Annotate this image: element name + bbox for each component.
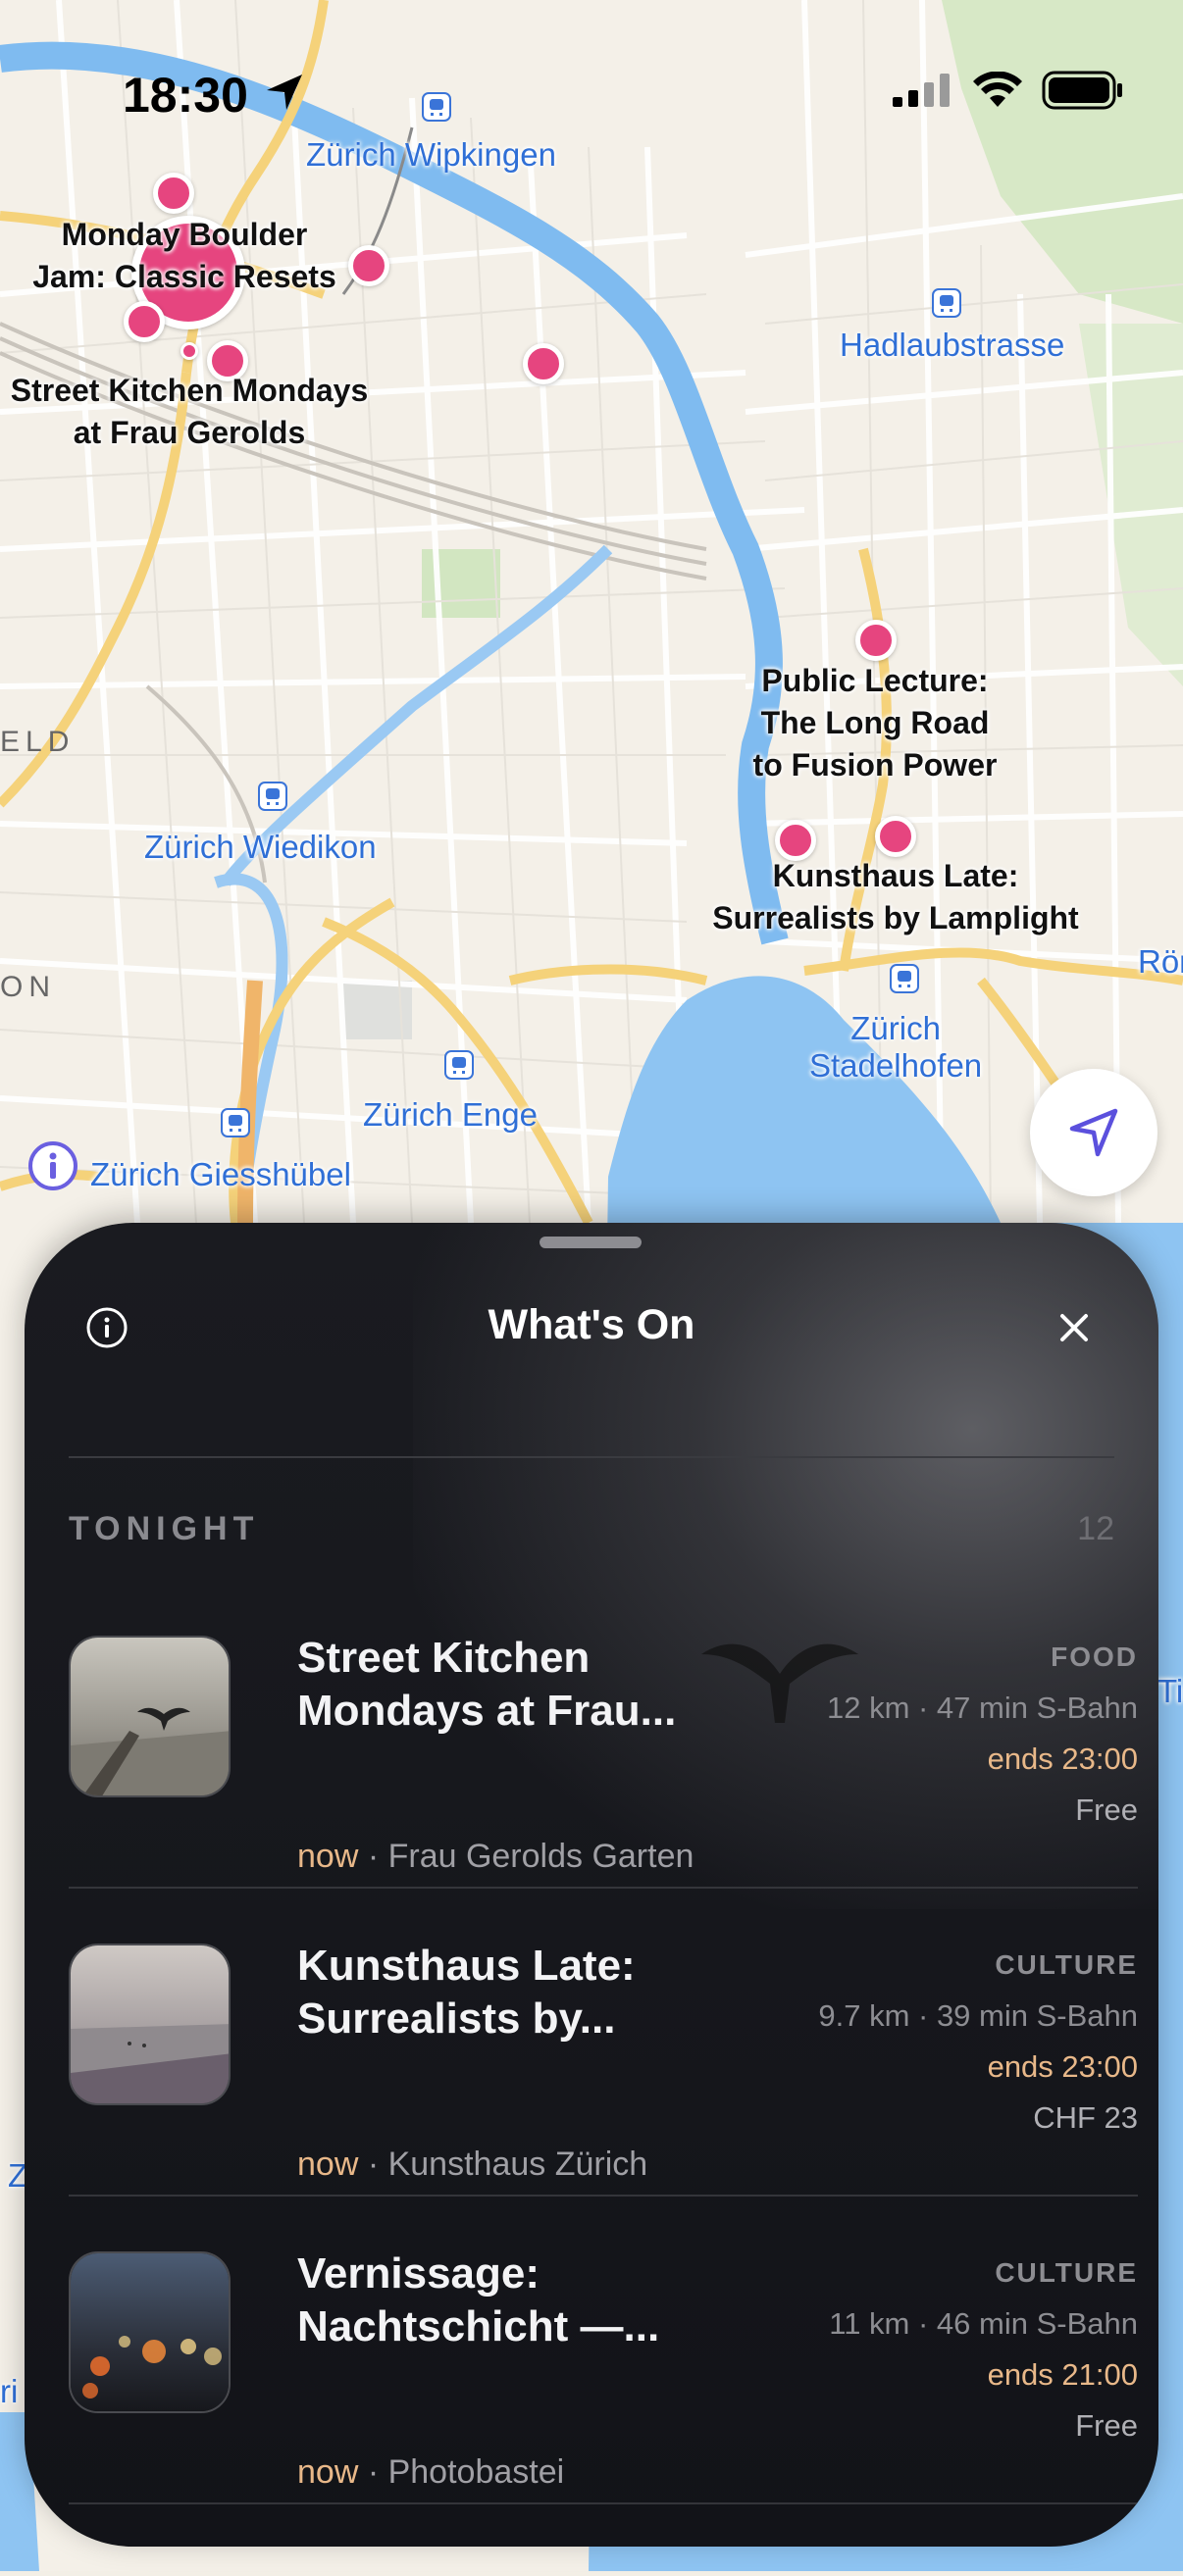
- event-marker[interactable]: [875, 816, 916, 857]
- rail-station-icon: [221, 1108, 250, 1137]
- event-marker[interactable]: [124, 301, 165, 342]
- whats-on-sheet[interactable]: What's On TONIGHT 12 Street Kitchen Mond…: [25, 1223, 1158, 2547]
- event-title: Vernissage: Nachtschicht —...: [297, 2249, 660, 2350]
- location-arrow-icon: [263, 71, 306, 119]
- station-label-stadelhofen[interactable]: Zürich Stadelhofen: [809, 1010, 982, 1085]
- event-label-street-kitchen[interactable]: Street Kitchen Mondays at Frau Gerolds: [8, 370, 371, 454]
- rail-station-icon: [444, 1050, 474, 1080]
- event-category: FOOD: [1051, 1642, 1138, 1672]
- event-label-kunsthaus-late[interactable]: Kunsthaus Late: Surrealists by Lamplight: [704, 855, 1087, 939]
- rail-station-icon: [890, 964, 919, 993]
- event-marker[interactable]: [855, 620, 897, 661]
- event-title: Kunsthaus Late: Surrealists by...: [297, 1942, 636, 2043]
- station-label-hadlaubstrasse[interactable]: Hadlaubstrasse: [840, 327, 1064, 364]
- battery-icon: [1042, 71, 1122, 110]
- event-row[interactable]: Street Kitchen Mondays at Frau... now · …: [69, 1605, 1138, 1912]
- close-button[interactable]: [1056, 1310, 1092, 1345]
- map-edge-label: Ti: [1157, 1673, 1183, 1709]
- event-meta: now · Photobastei: [297, 2453, 564, 2492]
- event-distance: 11 km · 46 min S-Bahn: [829, 2306, 1138, 2341]
- event-status: now: [297, 2146, 359, 2183]
- event-label-fusion-lecture[interactable]: Public Lecture: The Long Road to Fusion …: [738, 660, 1012, 786]
- event-marker[interactable]: [348, 245, 389, 286]
- event-venue: · Frau Gerolds Garten: [367, 1838, 694, 1875]
- event-marker[interactable]: [153, 173, 194, 214]
- event-price: Free: [1075, 1793, 1138, 1827]
- station-label-wipkingen[interactable]: Zürich Wipkingen: [306, 136, 556, 174]
- event-price: CHF 23: [1033, 2100, 1138, 2135]
- wifi-icon: [973, 72, 1022, 107]
- divider: [69, 2195, 1138, 2197]
- sheet-grabber[interactable]: [540, 1237, 642, 1248]
- map-edge-label: Rön: [1138, 943, 1183, 980]
- station-label-enge[interactable]: Zürich Enge: [363, 1096, 538, 1134]
- map-edge-label: ri: [0, 2373, 19, 2409]
- event-distance: 12 km · 47 min S-Bahn: [826, 1691, 1138, 1725]
- event-venue: · Kunsthaus Zürich: [367, 2146, 648, 2183]
- event-status: now: [297, 1838, 359, 1875]
- event-thumbnail: [69, 1944, 231, 2105]
- station-label-wiedikon[interactable]: Zürich Wiedikon: [144, 829, 377, 866]
- rail-station-icon: [258, 782, 287, 811]
- cellular-signal-icon: [893, 74, 950, 107]
- station-label-giesshuebel[interactable]: Zürich Giesshübel: [90, 1156, 351, 1193]
- status-time: 18:30: [123, 68, 248, 123]
- divider: [69, 2502, 1138, 2504]
- event-marker[interactable]: [180, 342, 198, 360]
- map-edge-label: ELD: [0, 726, 76, 758]
- divider: [69, 1456, 1114, 1458]
- event-status: now: [297, 2453, 359, 2491]
- section-count: 12: [1077, 1510, 1114, 1547]
- event-distance: 9.7 km · 39 min S-Bahn: [818, 1998, 1138, 2033]
- event-marker[interactable]: [523, 343, 564, 384]
- section-title: TONIGHT: [69, 1510, 260, 1547]
- event-category: CULTURE: [995, 1949, 1138, 1980]
- sheet-title: What's On: [488, 1301, 695, 1348]
- locate-me-button[interactable]: [1030, 1069, 1157, 1196]
- event-thumbnail: [69, 2251, 231, 2413]
- location-arrow-icon: [1069, 1108, 1118, 1157]
- map-info-icon[interactable]: [27, 1140, 78, 1191]
- event-price: Free: [1075, 2408, 1138, 2443]
- event-venue: · Photobastei: [367, 2453, 565, 2491]
- event-meta: now · Kunsthaus Zürich: [297, 2146, 647, 2184]
- event-row[interactable]: Vernissage: Nachtschicht —... now · Phot…: [69, 2221, 1138, 2528]
- event-meta: now · Frau Gerolds Garten: [297, 1838, 694, 1876]
- event-row[interactable]: Kunsthaus Late: Surrealists by... now · …: [69, 1913, 1138, 2220]
- event-end-time: ends 23:00: [987, 1742, 1138, 1776]
- event-end-time: ends 21:00: [987, 2357, 1138, 2392]
- close-icon: [1060, 1314, 1088, 1341]
- rail-station-icon: [932, 288, 961, 318]
- event-category: CULTURE: [995, 2257, 1138, 2288]
- event-end-time: ends 23:00: [987, 2049, 1138, 2084]
- event-title: Street Kitchen Mondays at Frau...: [297, 1634, 677, 1735]
- rail-station-icon: [422, 92, 451, 122]
- divider: [69, 1887, 1138, 1889]
- event-label-boulder-jam[interactable]: Monday Boulder Jam: Classic Resets: [27, 214, 341, 298]
- map-edge-label: ON: [0, 971, 56, 1003]
- event-thumbnail: [69, 1636, 231, 1797]
